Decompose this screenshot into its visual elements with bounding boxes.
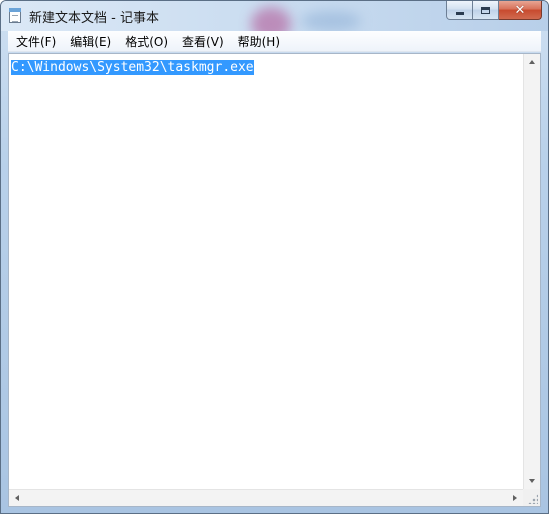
close-icon: ✕ xyxy=(514,2,526,18)
text-line[interactable]: C:\Windows\System32\taskmgr.exe xyxy=(11,60,521,76)
editor[interactable]: C:\Windows\System32\taskmgr.exe xyxy=(8,53,541,507)
resize-grip-icon[interactable] xyxy=(528,494,538,504)
minimize-icon xyxy=(455,11,464,15)
notepad-window: 新建文本文档 - 记事本 ✕ 文件(F) 编辑(E) 格式(O) 查看(V) 帮… xyxy=(0,0,549,514)
scroll-corner xyxy=(523,489,540,506)
menu-format[interactable]: 格式(O) xyxy=(118,31,175,52)
close-button[interactable]: ✕ xyxy=(499,1,542,20)
notepad-icon[interactable] xyxy=(9,8,21,23)
menu-help[interactable]: 帮助(H) xyxy=(231,31,287,52)
scroll-left-icon[interactable] xyxy=(15,495,19,501)
caption-buttons: ✕ xyxy=(446,1,542,21)
menu-view[interactable]: 查看(V) xyxy=(175,31,231,52)
menu-file[interactable]: 文件(F) xyxy=(9,31,63,52)
scroll-right-icon[interactable] xyxy=(513,495,517,501)
menu-bar: 文件(F) 编辑(E) 格式(O) 查看(V) 帮助(H) xyxy=(8,31,541,52)
minimize-button[interactable] xyxy=(446,1,473,20)
horizontal-scrollbar[interactable] xyxy=(9,489,523,506)
glass-blur-decoration xyxy=(301,11,361,31)
selected-text[interactable]: C:\Windows\System32\taskmgr.exe xyxy=(11,60,254,75)
maximize-button[interactable] xyxy=(473,1,499,20)
title-bar[interactable]: 新建文本文档 - 记事本 ✕ xyxy=(1,1,548,41)
scroll-down-icon[interactable] xyxy=(529,479,535,483)
maximize-icon xyxy=(481,6,490,14)
menu-edit[interactable]: 编辑(E) xyxy=(63,31,118,52)
text-area[interactable]: C:\Windows\System32\taskmgr.exe xyxy=(9,54,523,489)
vertical-scrollbar[interactable] xyxy=(523,54,540,489)
scroll-up-icon[interactable] xyxy=(529,60,535,64)
window-title: 新建文本文档 - 记事本 xyxy=(29,11,159,26)
